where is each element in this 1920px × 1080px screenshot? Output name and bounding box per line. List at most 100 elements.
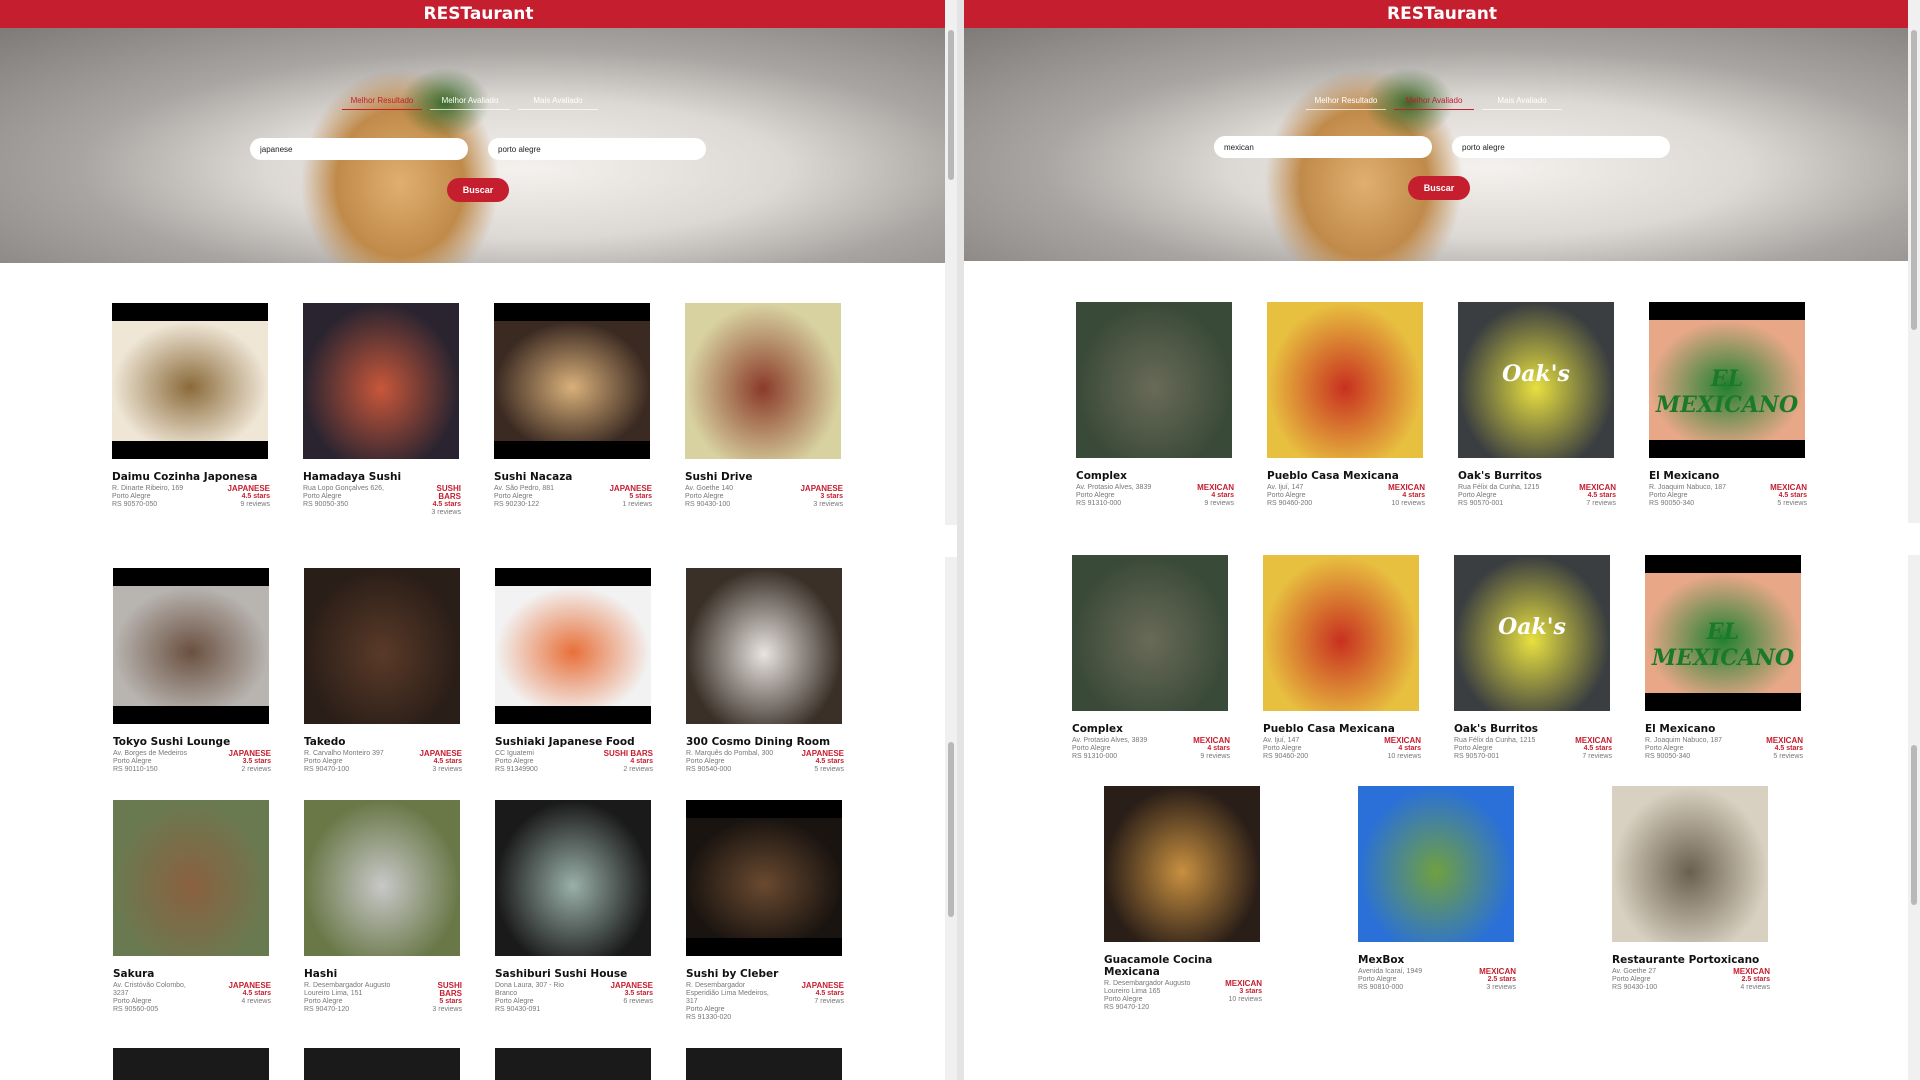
- tab-melhor-resultado[interactable]: Melhor Resultado: [342, 96, 422, 110]
- restaurant-photo[interactable]: [303, 303, 459, 459]
- restaurant-card[interactable]: EL MEXICANO El Mexicano R. Joaquim Nabuco,…: [1645, 555, 1803, 761]
- restaurant-name[interactable]: Oak's Burritos: [1458, 470, 1616, 482]
- address-line: Branco: [495, 990, 518, 997]
- restaurant-photo[interactable]: [113, 1048, 269, 1080]
- restaurant-card[interactable]: Tokyo Sushi Lounge Av. Borges de Medeiros…: [113, 568, 271, 774]
- restaurant-photo[interactable]: Oak's: [1458, 302, 1614, 458]
- restaurant-name[interactable]: Sushi Drive: [685, 471, 843, 483]
- restaurant-photo[interactable]: Oak's: [1454, 555, 1610, 711]
- restaurant-name[interactable]: Sashiburi Sushi House: [495, 968, 653, 980]
- restaurant-photo[interactable]: [685, 303, 841, 459]
- restaurant-card[interactable]: Sakura Av. Cristóvão Colombo, 3237 Porto Al…: [113, 800, 271, 1014]
- restaurant-card[interactable]: Oak's Oak's Burritos Rua Félix da Cunha, 1…: [1454, 555, 1612, 761]
- restaurant-photo[interactable]: [494, 303, 650, 459]
- scrollbar[interactable]: [1908, 0, 1920, 523]
- tab-mais-avaliado[interactable]: Mais Avaliado: [518, 96, 598, 110]
- restaurant-photo[interactable]: [686, 568, 842, 724]
- restaurant-card[interactable]: Hamadaya Sushi Rua Lopo Gonçalves 626, Por…: [303, 303, 461, 517]
- restaurant-name[interactable]: El Mexicano: [1649, 470, 1807, 482]
- restaurant-photo[interactable]: [1072, 555, 1228, 711]
- restaurant-name[interactable]: Oak's Burritos: [1454, 723, 1612, 735]
- restaurant-card[interactable]: Complex Av. Protasio Alves, 3839 Porto Ale…: [1072, 555, 1230, 761]
- restaurant-photo[interactable]: [686, 800, 842, 956]
- tab-mais-avaliado[interactable]: Mais Avaliado: [1482, 96, 1562, 110]
- restaurant-photo[interactable]: [495, 568, 651, 724]
- restaurant-photo[interactable]: [113, 800, 269, 956]
- food-search-input[interactable]: [1214, 136, 1432, 158]
- restaurant-card[interactable]: Sushi Drive Av. Goethe 140 Porto Alegre RS …: [685, 303, 843, 509]
- search-button[interactable]: Buscar: [447, 178, 509, 202]
- restaurant-name[interactable]: Hamadaya Sushi: [303, 471, 461, 483]
- restaurant-card[interactable]: Oak's Oak's Burritos Rua Félix da Cunha, 1…: [1458, 302, 1616, 508]
- restaurant-photo[interactable]: EL MEXICANO: [1649, 302, 1805, 458]
- restaurant-card[interactable]: EL MEXICANO El Mexicano R. Joaquim Nabuco,…: [1649, 302, 1807, 508]
- restaurant-card[interactable]: Guacamole Cocina Mexicana R. Desembargado…: [1104, 786, 1262, 1012]
- restaurant-photo[interactable]: EL MEXICANO: [1645, 555, 1801, 711]
- restaurant-photo[interactable]: [304, 800, 460, 956]
- restaurant-card[interactable]: Sashiburi Sushi House Dona Laura, 307 - R…: [495, 800, 653, 1014]
- restaurant-card[interactable]: Daimu Cozinha Japonesa R. Dinarte Ribeiro…: [112, 303, 270, 509]
- restaurant-card[interactable]: Sushiaki Japanese Food CC Iguatemi Porto A…: [495, 568, 653, 774]
- location-search-input[interactable]: [488, 138, 706, 160]
- restaurant-card[interactable]: MexBox Avenida Icaraí, 1949 Porto Alegre RS…: [1358, 786, 1516, 992]
- scrollbar[interactable]: [945, 0, 957, 525]
- restaurant-photo[interactable]: [1104, 786, 1260, 942]
- restaurant-card[interactable]: Pueblo Casa Mexicana Av. Ijuí, 147 Porto A…: [1263, 555, 1421, 761]
- cuisine-tag: MEXICAN: [1197, 483, 1234, 492]
- address-line: Porto Alegre: [495, 998, 534, 1005]
- restaurant-card[interactable]: Takedo R. Carvalho Monteiro 397 Porto Aleg…: [304, 568, 462, 774]
- restaurant-name[interactable]: Restaurante Portoxicano: [1612, 954, 1770, 966]
- search-button[interactable]: Buscar: [1408, 176, 1470, 200]
- scrollbar-thumb[interactable]: [948, 742, 954, 917]
- restaurant-photo[interactable]: [304, 568, 460, 724]
- restaurant-photo[interactable]: [495, 1048, 651, 1080]
- restaurant-photo[interactable]: [304, 1048, 460, 1080]
- restaurant-photo[interactable]: [686, 1048, 842, 1080]
- restaurant-name[interactable]: Sushi by Cleber: [686, 968, 844, 980]
- scrollbar[interactable]: [1908, 555, 1920, 1080]
- restaurant-card[interactable]: Restaurante Portoxicano Av. Goethe 27 Port…: [1612, 786, 1770, 992]
- tab-melhor-resultado[interactable]: Melhor Resultado: [1306, 96, 1386, 110]
- location-search-input[interactable]: [1452, 136, 1670, 158]
- restaurant-name[interactable]: Sushi Nacaza: [494, 471, 652, 483]
- scrollbar[interactable]: [945, 557, 957, 1080]
- restaurant-logo: EL MEXICANO: [1651, 618, 1795, 671]
- restaurant-name[interactable]: Takedo: [304, 736, 462, 748]
- restaurant-card[interactable]: 300 Cosmo Dining Room R. Marquês do Pomba…: [686, 568, 844, 774]
- tab-melhor-avaliado[interactable]: Melhor Avaliado: [430, 96, 510, 110]
- scrollbar-thumb[interactable]: [948, 30, 954, 180]
- restaurant-photo[interactable]: [1076, 302, 1232, 458]
- restaurant-name[interactable]: Guacamole Cocina Mexicana: [1104, 954, 1262, 978]
- restaurant-name[interactable]: Hashi: [304, 968, 462, 980]
- restaurant-name[interactable]: Tokyo Sushi Lounge: [113, 736, 271, 748]
- restaurant-photo[interactable]: [1612, 786, 1768, 942]
- restaurant-photo[interactable]: [495, 800, 651, 956]
- restaurant-name[interactable]: Sushiaki Japanese Food: [495, 736, 653, 748]
- scrollbar-thumb[interactable]: [1911, 30, 1917, 330]
- restaurant-name[interactable]: Pueblo Casa Mexicana: [1267, 470, 1425, 482]
- restaurant-card[interactable]: Complex Av. Protasio Alves, 3839 Porto Ale…: [1076, 302, 1234, 508]
- restaurant-name[interactable]: 300 Cosmo Dining Room: [686, 736, 844, 748]
- app-header: RESTaurant: [964, 0, 1920, 28]
- restaurant-name[interactable]: Sakura: [113, 968, 271, 980]
- restaurant-card[interactable]: Hashi R. Desembargador Augusto Loureiro Li…: [304, 800, 462, 1014]
- scrollbar-thumb[interactable]: [1911, 745, 1917, 905]
- tab-melhor-avaliado[interactable]: Melhor Avaliado: [1394, 96, 1474, 110]
- restaurant-name[interactable]: Complex: [1072, 723, 1230, 735]
- restaurant-card[interactable]: Pueblo Casa Mexicana Av. Ijuí, 147 Porto A…: [1267, 302, 1425, 508]
- address-line: Rua Félix da Cunha, 1215: [1454, 737, 1536, 744]
- restaurant-photo[interactable]: [112, 303, 268, 459]
- restaurant-card[interactable]: Sushi by Cleber R. Desembargador Esperidiã…: [686, 800, 844, 1022]
- restaurant-name[interactable]: Daimu Cozinha Japonesa: [112, 471, 270, 483]
- restaurant-photo[interactable]: [113, 568, 269, 724]
- cuisine-tag: MEXICAN: [1479, 967, 1516, 976]
- restaurant-name[interactable]: Complex: [1076, 470, 1234, 482]
- restaurant-name[interactable]: MexBox: [1358, 954, 1516, 966]
- food-search-input[interactable]: [250, 138, 468, 160]
- restaurant-photo[interactable]: [1358, 786, 1514, 942]
- restaurant-card[interactable]: Sushi Nacaza Av. São Pedro, 881 Porto Aleg…: [494, 303, 652, 509]
- restaurant-name[interactable]: El Mexicano: [1645, 723, 1803, 735]
- restaurant-name[interactable]: Pueblo Casa Mexicana: [1263, 723, 1421, 735]
- restaurant-photo[interactable]: [1263, 555, 1419, 711]
- restaurant-photo[interactable]: [1267, 302, 1423, 458]
